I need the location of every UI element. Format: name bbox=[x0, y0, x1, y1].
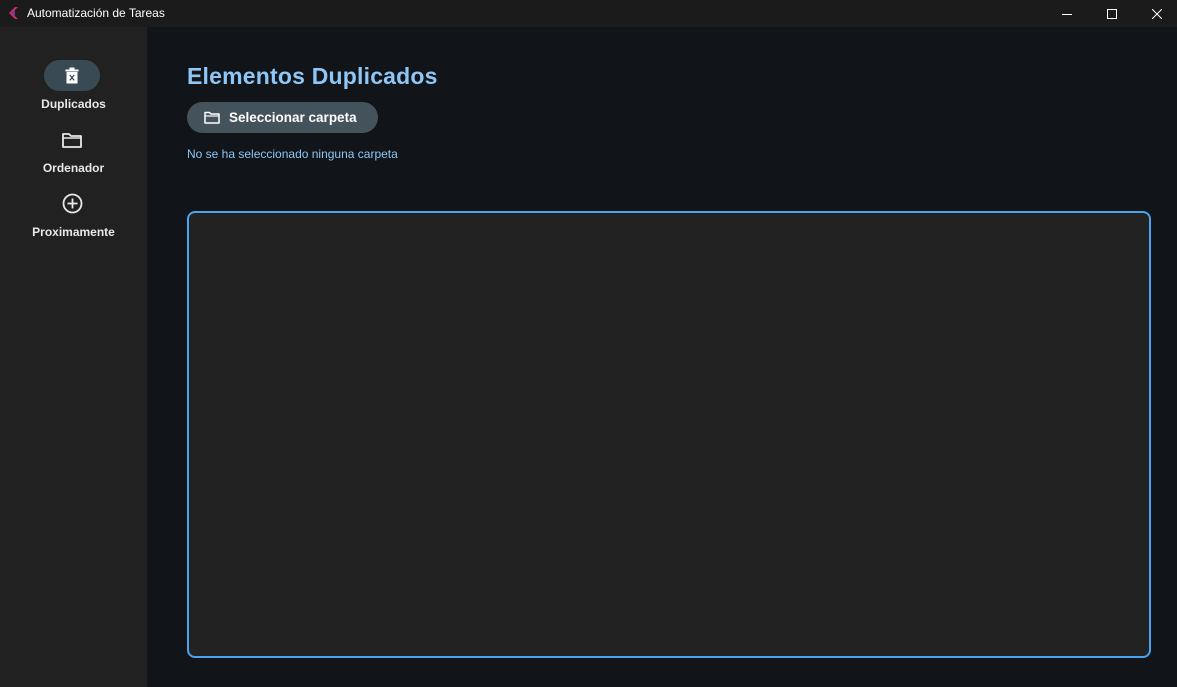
app-window: Automatización de Tareas Duplicados Orde… bbox=[0, 0, 1177, 687]
nav-pill[interactable] bbox=[44, 188, 100, 219]
close-icon bbox=[1152, 8, 1162, 19]
folder-icon bbox=[204, 111, 220, 124]
page-title: Elementos Duplicados bbox=[187, 63, 438, 89]
maximize-button[interactable] bbox=[1089, 0, 1135, 27]
sidebar-item-label: Proximamente bbox=[32, 225, 115, 239]
maximize-icon bbox=[1107, 8, 1117, 19]
sidebar-item-proximamente[interactable]: Proximamente bbox=[0, 188, 147, 248]
title-bar[interactable]: Automatización de Tareas bbox=[0, 0, 1177, 27]
app-logo-icon bbox=[6, 6, 20, 20]
trash-icon bbox=[65, 67, 79, 84]
plus-circle-icon bbox=[62, 193, 82, 214]
minimize-button[interactable] bbox=[1044, 0, 1090, 27]
sidebar-item-label: Ordenador bbox=[42, 161, 105, 175]
results-panel[interactable] bbox=[187, 211, 1151, 658]
window-title: Automatización de Tareas bbox=[27, 6, 165, 20]
sidebar-item-ordenador[interactable]: Ordenador bbox=[0, 124, 147, 184]
select-folder-label: Seleccionar carpeta bbox=[229, 110, 357, 125]
close-button[interactable] bbox=[1134, 0, 1177, 27]
main-content: Elementos Duplicados Seleccionar carpeta… bbox=[147, 27, 1177, 687]
nav-pill[interactable] bbox=[44, 124, 100, 155]
folder-icon bbox=[62, 132, 82, 148]
sidebar-item-label: Duplicados bbox=[41, 97, 106, 111]
select-folder-button[interactable]: Seleccionar carpeta bbox=[187, 102, 378, 133]
minimize-icon bbox=[1062, 13, 1072, 15]
sidebar: Duplicados Ordenador Proximamente bbox=[0, 27, 147, 687]
folder-status-text: No se ha seleccionado ninguna carpeta bbox=[187, 147, 398, 161]
nav-pill[interactable] bbox=[44, 60, 100, 91]
sidebar-item-duplicados[interactable]: Duplicados bbox=[0, 60, 147, 120]
